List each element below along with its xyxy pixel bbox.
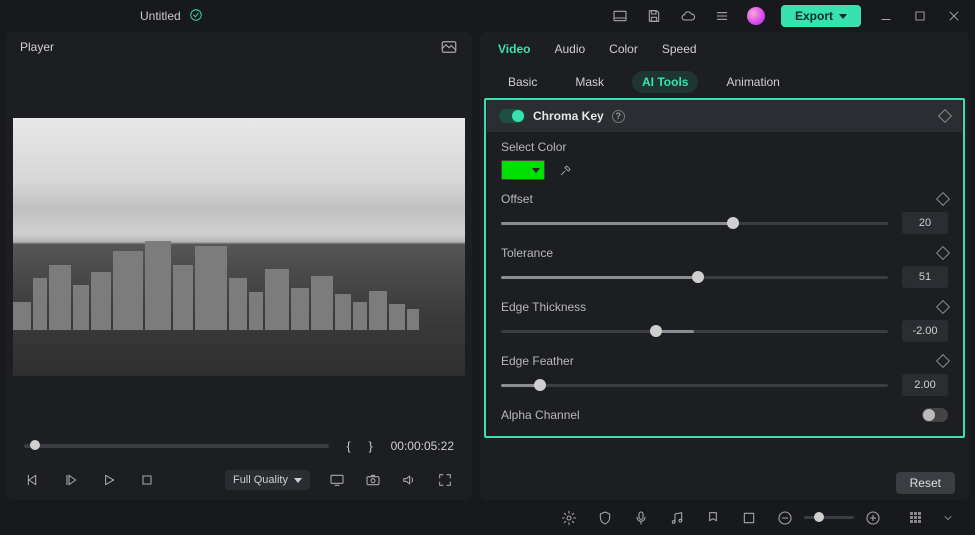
subtab-aitools[interactable]: AI Tools: [632, 71, 698, 93]
keyframe-icon[interactable]: [936, 246, 950, 260]
crop-icon[interactable]: [740, 509, 758, 527]
fullscreen-icon[interactable]: [436, 471, 454, 489]
stop-icon[interactable]: [138, 471, 156, 489]
offset-slider[interactable]: [501, 222, 888, 225]
tab-speed[interactable]: Speed: [662, 42, 697, 56]
shield-icon[interactable]: [596, 509, 614, 527]
reset-button[interactable]: Reset: [896, 472, 955, 494]
marker-icon[interactable]: [704, 509, 722, 527]
tolerance-label: Tolerance: [501, 246, 553, 260]
tab-video[interactable]: Video: [498, 42, 530, 56]
chevron-down-icon: [532, 168, 540, 173]
chroma-enable-toggle[interactable]: [499, 109, 525, 123]
timecode: 00:00:05:22: [391, 439, 454, 453]
zoom-in-icon[interactable]: [864, 509, 882, 527]
camera-icon[interactable]: [364, 471, 382, 489]
zoom-out-icon[interactable]: [776, 509, 794, 527]
help-icon[interactable]: ?: [612, 110, 625, 123]
player-seekbar[interactable]: [24, 444, 329, 448]
cloud-icon[interactable]: [679, 7, 697, 25]
player-panel: Player: [6, 32, 472, 500]
keyframe-icon[interactable]: [936, 300, 950, 314]
chroma-key-section: Chroma Key ? Select Color: [484, 98, 965, 438]
edge-feather-value[interactable]: [902, 374, 948, 396]
saved-check-icon: [189, 8, 203, 25]
alpha-channel-label: Alpha Channel: [501, 408, 580, 422]
tolerance-value[interactable]: [902, 266, 948, 288]
project-title: Untitled: [140, 9, 181, 23]
chroma-title: Chroma Key: [533, 109, 604, 123]
step-back-icon[interactable]: [62, 471, 80, 489]
color-picker[interactable]: [501, 160, 545, 180]
edge-thickness-label: Edge Thickness: [501, 300, 586, 314]
quality-label: Full Quality: [233, 474, 288, 486]
properties-panel: Video Audio Color Speed Basic Mask AI To…: [480, 32, 969, 500]
quality-select[interactable]: Full Quality: [225, 470, 310, 490]
audio-icon[interactable]: [400, 471, 418, 489]
mic-icon[interactable]: [632, 509, 650, 527]
minimize-icon[interactable]: [877, 7, 895, 25]
subtab-basic[interactable]: Basic: [498, 71, 547, 93]
alpha-toggle[interactable]: [922, 408, 948, 422]
video-preview[interactable]: [13, 118, 465, 376]
zoom-slider[interactable]: [804, 516, 854, 519]
tab-color[interactable]: Color: [609, 42, 638, 56]
select-color-label: Select Color: [501, 140, 566, 154]
export-label: Export: [795, 9, 833, 23]
keyframe-icon[interactable]: [936, 192, 950, 206]
eyedropper-icon[interactable]: [557, 161, 575, 179]
keyframe-icon[interactable]: [938, 109, 952, 123]
offset-label: Offset: [501, 192, 533, 206]
tab-audio[interactable]: Audio: [554, 42, 585, 56]
menu-icon[interactable]: [713, 7, 731, 25]
edge-feather-slider[interactable]: [501, 384, 888, 387]
music-icon[interactable]: [668, 509, 686, 527]
settings-chevron-icon[interactable]: [939, 509, 957, 527]
subtab-animation[interactable]: Animation: [716, 71, 789, 93]
offset-value[interactable]: [902, 212, 948, 234]
snapshot-icon[interactable]: [440, 38, 458, 56]
keyframe-icon[interactable]: [936, 354, 950, 368]
maximize-icon[interactable]: [911, 7, 929, 25]
display-icon[interactable]: [328, 471, 346, 489]
bottom-toolbar: [0, 500, 975, 535]
play-icon[interactable]: [100, 471, 118, 489]
avatar[interactable]: [747, 7, 765, 25]
prev-frame-icon[interactable]: [24, 471, 42, 489]
next-mark-icon[interactable]: }: [369, 439, 373, 453]
player-title: Player: [20, 40, 54, 54]
layout-icon[interactable]: [611, 7, 629, 25]
enhance-icon[interactable]: [560, 509, 578, 527]
grid-view-icon[interactable]: [910, 512, 921, 523]
tolerance-slider[interactable]: [501, 276, 888, 279]
export-button[interactable]: Export: [781, 5, 861, 27]
edge-thickness-value[interactable]: [902, 320, 948, 342]
edge-feather-label: Edge Feather: [501, 354, 574, 368]
close-icon[interactable]: [945, 7, 963, 25]
subtab-mask[interactable]: Mask: [565, 71, 614, 93]
chevron-down-icon: [294, 478, 302, 483]
prev-mark-icon[interactable]: {: [347, 439, 351, 453]
chevron-down-icon: [839, 14, 847, 19]
save-icon[interactable]: [645, 7, 663, 25]
edge-thickness-slider[interactable]: [501, 330, 888, 333]
